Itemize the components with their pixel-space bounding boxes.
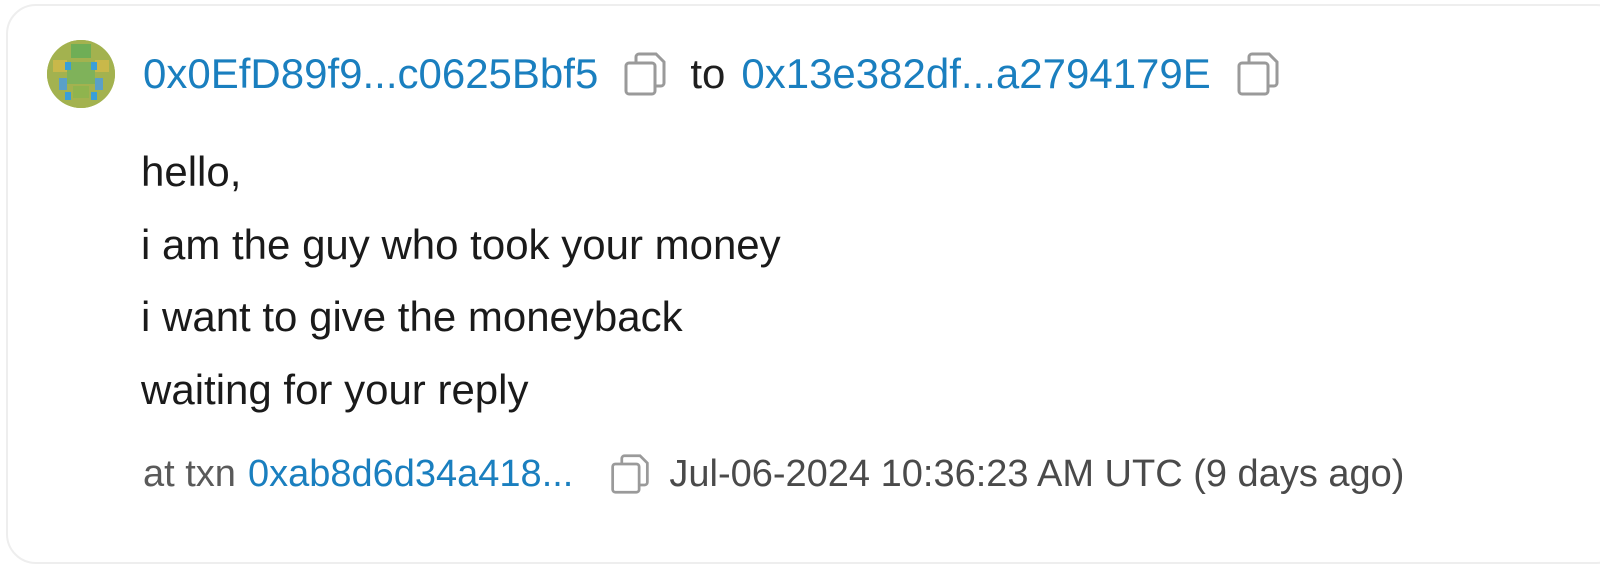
message-line: i am the guy who took your money xyxy=(141,220,781,268)
message-footer: at txn 0xab8d6d34a418... Jul-06-2024 10:… xyxy=(143,444,1404,504)
message-body: hello, i am the guy who took your money … xyxy=(141,136,781,426)
copy-icon[interactable] xyxy=(609,453,651,495)
identicon-avatar-icon xyxy=(47,40,115,108)
message-line: i want to give the moneyback xyxy=(141,293,683,340)
from-address-link[interactable]: 0x0EfD89f9...c0625Bbf5 xyxy=(143,42,598,106)
message-line: hello, xyxy=(141,148,242,195)
timestamp: Jul-06-2024 10:36:23 AM UTC (9 days ago) xyxy=(669,453,1405,495)
message-header: 0x0EfD89f9...c0625Bbf5 to 0x13e382df...a… xyxy=(143,42,1281,106)
copy-icon[interactable] xyxy=(622,51,668,97)
txn-hash-link[interactable]: 0xab8d6d34a418... xyxy=(248,444,573,504)
identicon-avatar[interactable] xyxy=(47,40,115,108)
txn-prefix-label: at txn xyxy=(143,453,236,495)
to-label: to xyxy=(690,50,726,97)
copy-icon[interactable] xyxy=(1235,51,1281,97)
to-address-link[interactable]: 0x13e382df...a2794179E xyxy=(741,42,1210,106)
message-line: waiting for your reply xyxy=(141,365,529,413)
